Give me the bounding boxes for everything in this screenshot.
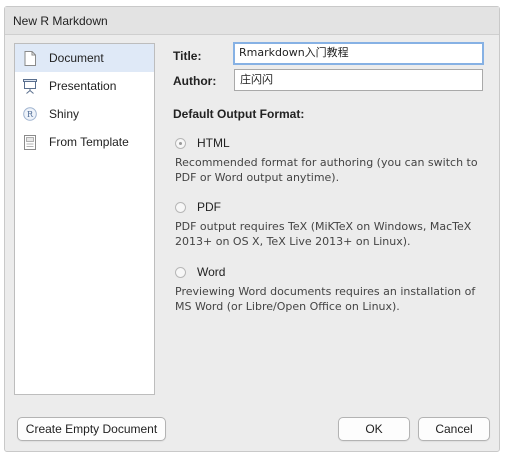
html-radio-label[interactable]: HTML <box>197 136 230 150</box>
sidebar-item-document[interactable]: Document <box>15 44 154 72</box>
cancel-button[interactable]: Cancel <box>418 417 490 441</box>
sidebar-item-from-template[interactable]: From Template <box>15 128 154 156</box>
pdf-description: PDF output requires TeX (MiKTeX on Windo… <box>175 220 472 248</box>
template-icon <box>23 134 37 150</box>
document-icon <box>23 50 37 66</box>
word-radio-row[interactable]: Word <box>175 264 485 280</box>
output-option-html: HTML Recommended format for authoring (y… <box>175 135 485 185</box>
sidebar-item-label: From Template <box>49 135 129 149</box>
word-description: Previewing Word documents requires an in… <box>175 285 476 313</box>
window-title: New R Markdown <box>5 7 499 35</box>
word-radio[interactable] <box>175 266 186 278</box>
shiny-r-icon: R <box>23 106 37 122</box>
pdf-radio-label[interactable]: PDF <box>197 200 221 214</box>
html-radio[interactable] <box>175 137 186 149</box>
pdf-radio[interactable] <box>175 201 186 213</box>
title-label: Title: <box>173 49 202 63</box>
ok-button[interactable]: OK <box>338 417 410 441</box>
html-radio-row[interactable]: HTML <box>175 135 485 151</box>
sidebar-item-presentation[interactable]: Presentation <box>15 72 154 100</box>
pdf-radio-row[interactable]: PDF <box>175 199 485 215</box>
sidebar-item-shiny[interactable]: R Shiny <box>15 100 154 128</box>
new-r-markdown-dialog: New R Markdown Document Presentation R S… <box>4 6 500 452</box>
title-field[interactable]: Rmarkdown入门教程 <box>233 42 484 65</box>
html-description: Recommended format for authoring (you ca… <box>175 156 478 184</box>
presentation-icon <box>23 78 37 94</box>
output-option-word: Word Previewing Word documents requires … <box>175 264 485 314</box>
author-label: Author: <box>173 74 217 88</box>
sidebar-item-label: Shiny <box>49 107 80 121</box>
default-output-format-heading: Default Output Format: <box>173 107 305 121</box>
author-field[interactable]: 庄闪闪 <box>234 69 483 91</box>
svg-text:R: R <box>27 110 34 119</box>
sidebar-item-label: Document <box>49 51 104 65</box>
output-option-pdf: PDF PDF output requires TeX (MiKTeX on W… <box>175 199 485 249</box>
word-radio-label[interactable]: Word <box>197 265 225 279</box>
sidebar-item-label: Presentation <box>49 79 117 93</box>
template-sidebar: Document Presentation R Shiny From Templ… <box>14 43 155 395</box>
create-empty-document-button[interactable]: Create Empty Document <box>17 417 166 441</box>
